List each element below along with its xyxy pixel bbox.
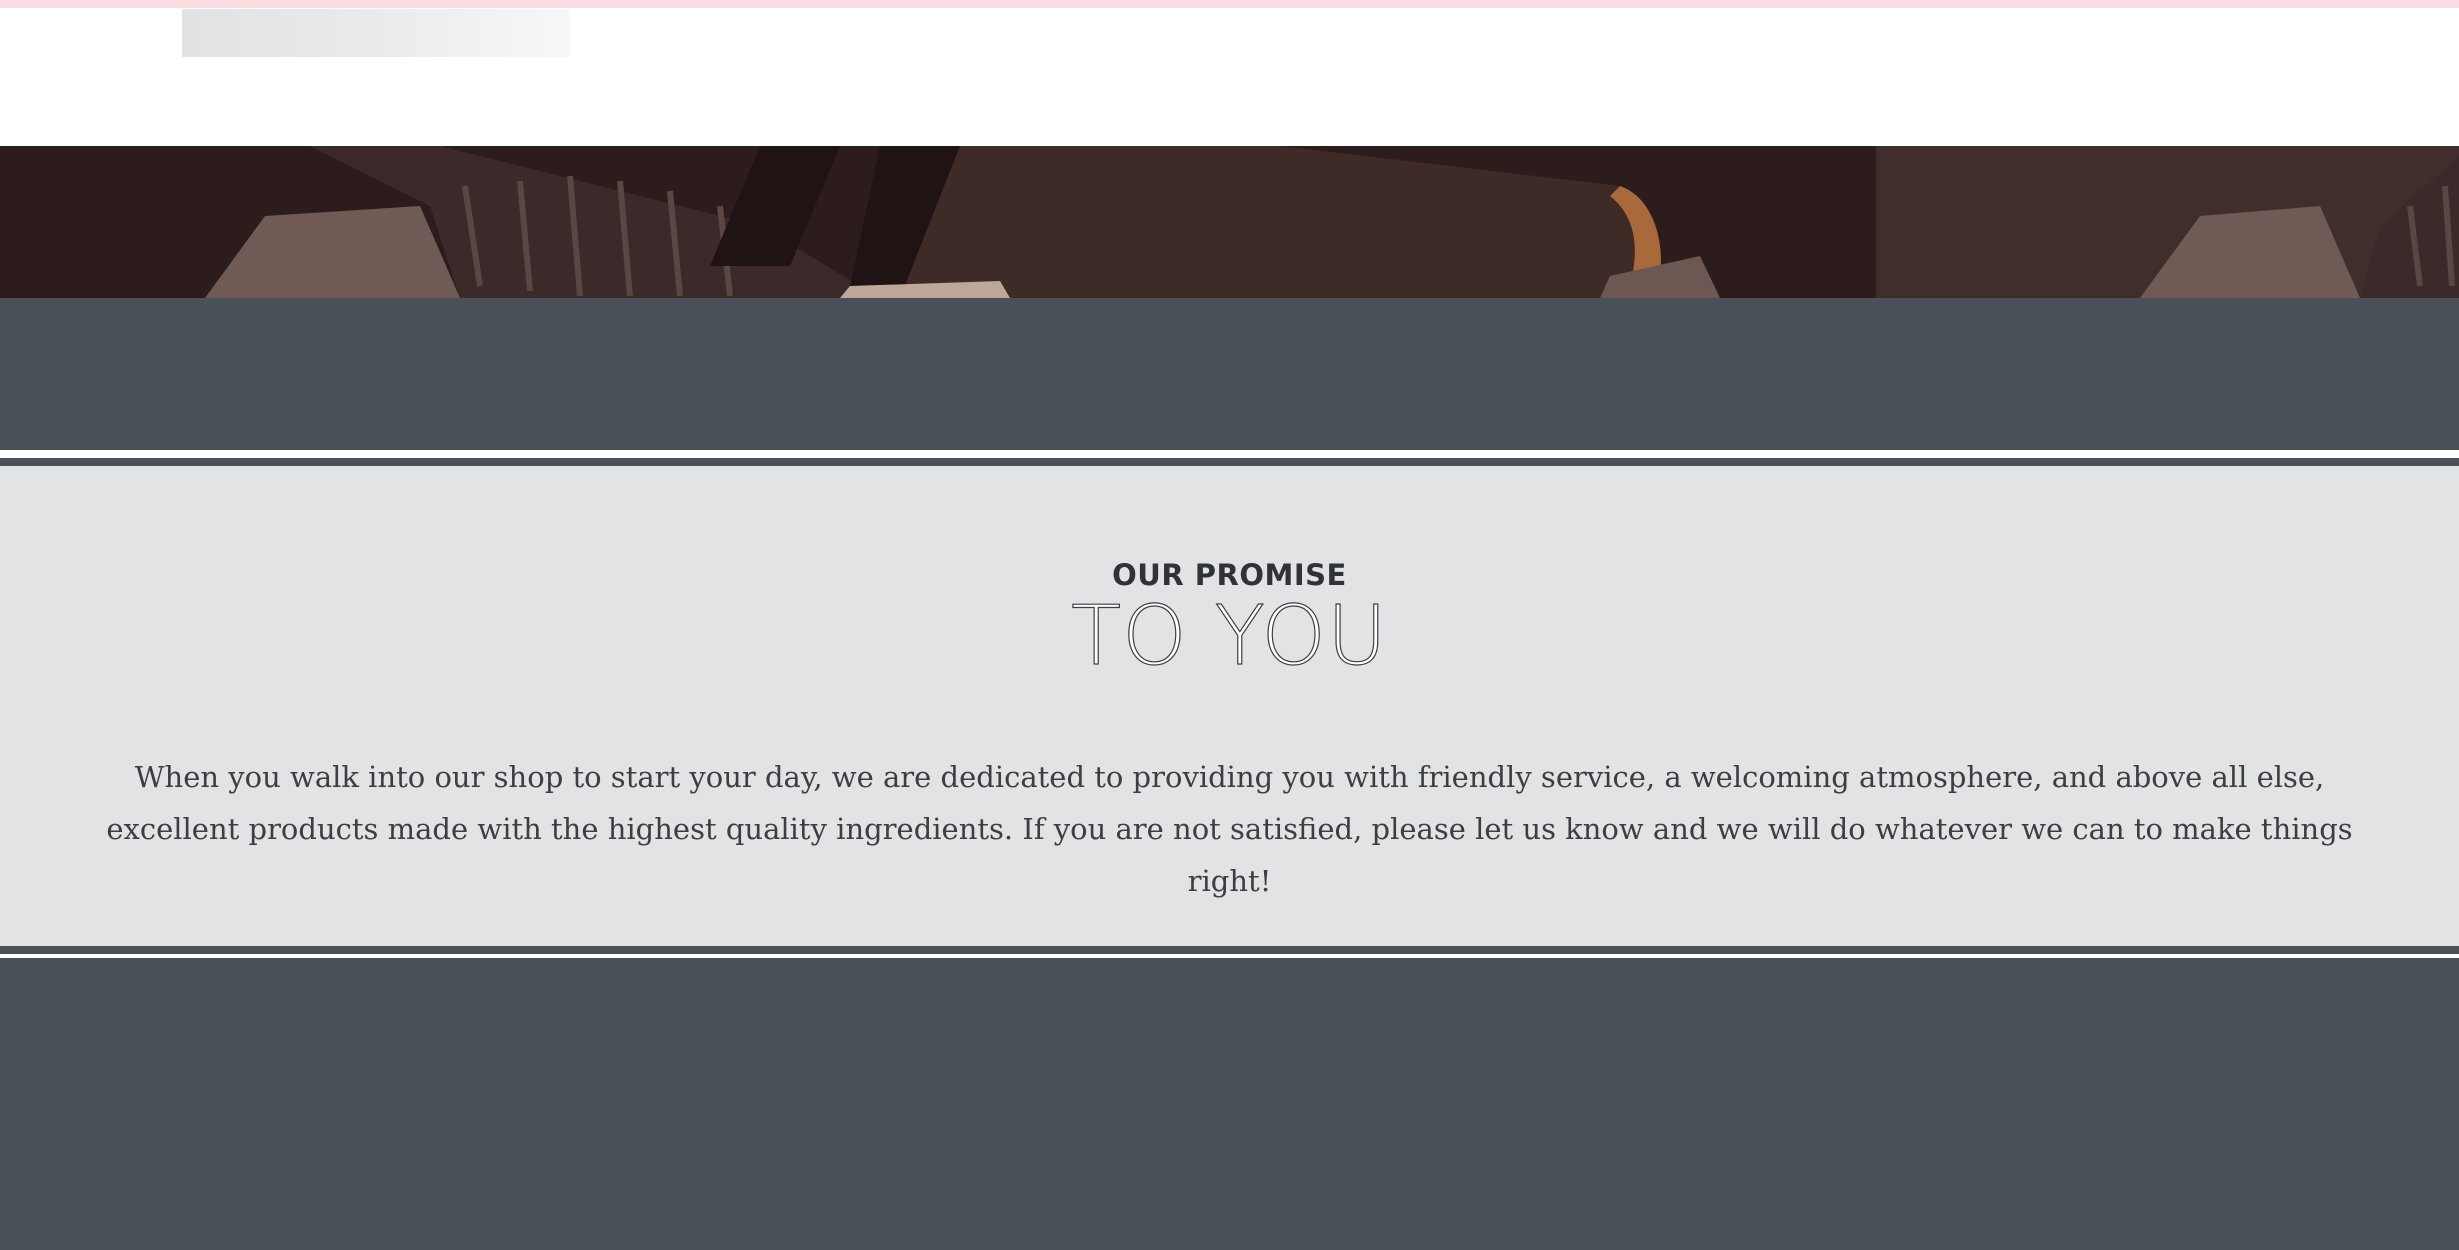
dark-band-bottom: [0, 958, 2459, 1250]
promise-section: OUR PROMISE TO YOU When you walk into ou…: [0, 466, 2459, 946]
promise-body: When you walk into our shop to start you…: [106, 760, 2353, 898]
banner-image: [0, 146, 2459, 298]
divider-rule-bottom: [0, 946, 2459, 954]
divider-gap-top: [0, 450, 2459, 458]
site-header: [0, 8, 2459, 146]
promise-kicker: OUR PROMISE: [1112, 558, 1347, 592]
logo-placeholder[interactable]: [182, 9, 570, 57]
divider-rule-top: [0, 458, 2459, 466]
top-accent-strip: [0, 0, 2459, 8]
promise-headline: TO YOU: [1070, 589, 1388, 684]
shoe-photo: [0, 146, 2459, 298]
page: OUR PROMISE TO YOU When you walk into ou…: [0, 0, 2459, 1250]
dark-band-top: [0, 298, 2459, 450]
